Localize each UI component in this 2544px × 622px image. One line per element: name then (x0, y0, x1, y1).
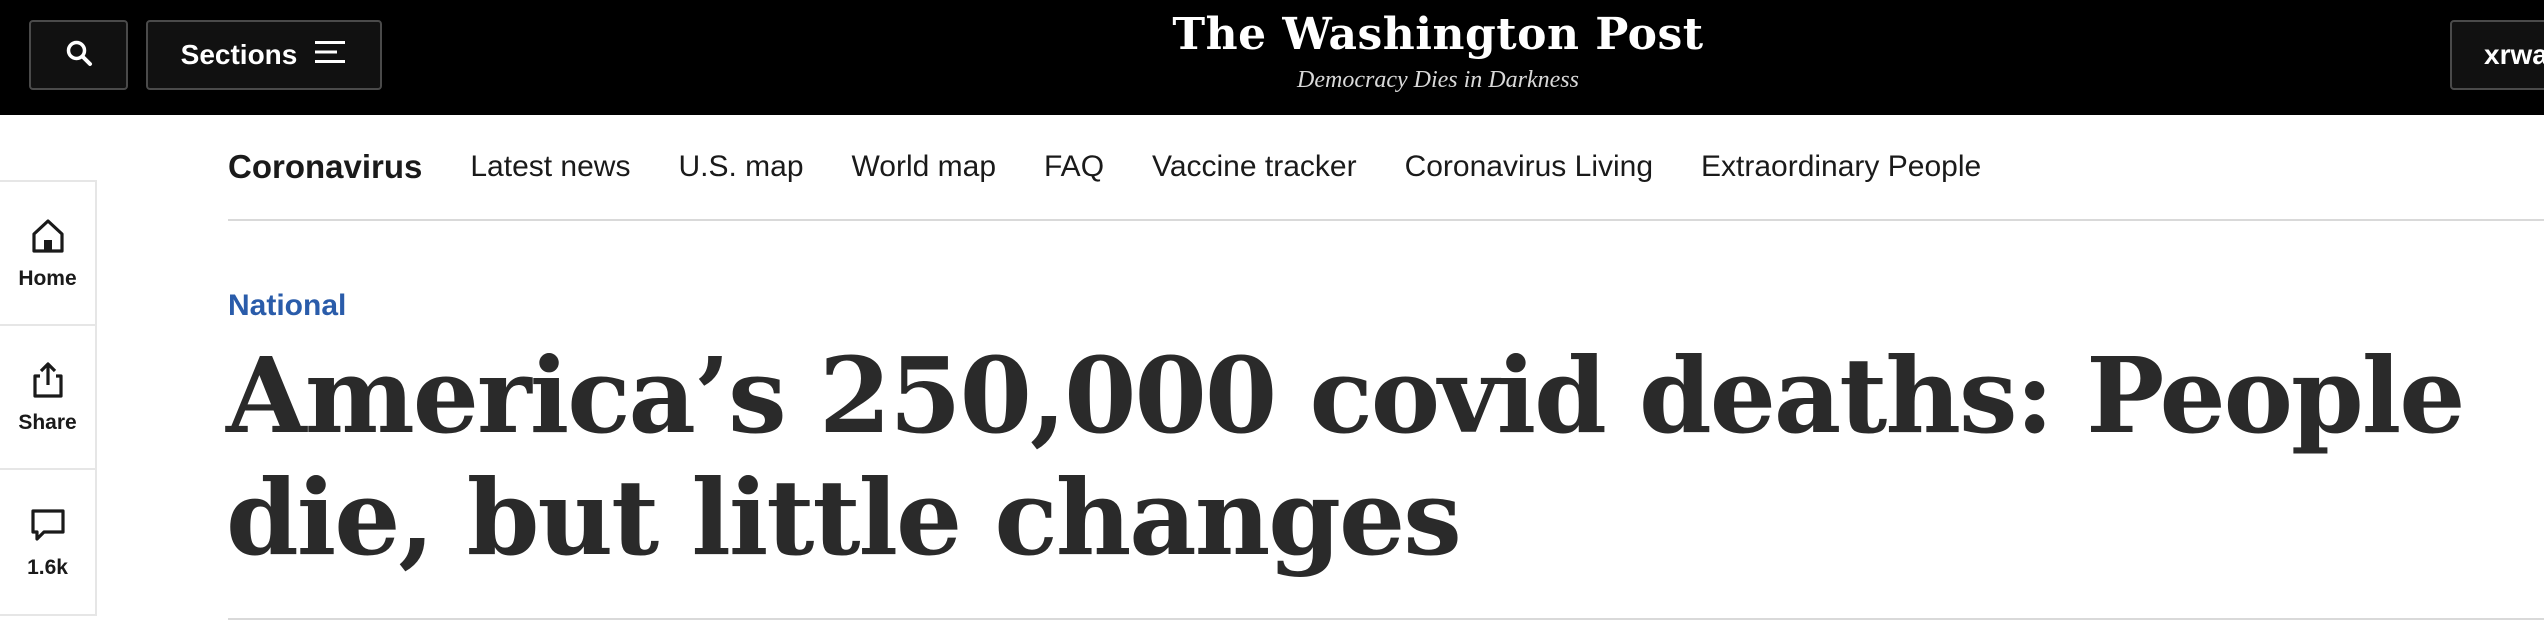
user-label: xrwa (2484, 39, 2544, 70)
nav-item-latest-news[interactable]: Latest news (470, 150, 630, 184)
share-label: Share (18, 410, 77, 434)
nav-item-extraordinary-people[interactable]: Extraordinary People (1701, 150, 1981, 184)
nav-item-vaccine-tracker[interactable]: Vaccine tracker (1152, 150, 1357, 184)
nav-item-world-map[interactable]: World map (852, 150, 997, 184)
article-kicker[interactable]: National (228, 289, 346, 323)
home-icon (28, 216, 68, 261)
sections-label: Sections (180, 39, 298, 70)
share-button[interactable]: Share (0, 326, 95, 470)
nav-item-us-map[interactable]: U.S. map (678, 150, 803, 184)
section-nav: Coronavirus Latest news U.S. map World m… (228, 115, 2544, 221)
comments-button[interactable]: 1.6k (0, 470, 95, 614)
comments-count: 1.6k (27, 555, 68, 579)
share-icon (28, 360, 68, 405)
comment-icon (28, 505, 68, 550)
user-account-button[interactable]: xrwa (2450, 20, 2544, 90)
share-rail: Home Share 1.6k (0, 180, 97, 616)
home-button[interactable]: Home (0, 182, 95, 326)
article-headline: America’s 250,000 covid deaths: People d… (226, 334, 2465, 579)
sections-menu-button[interactable]: Sections (146, 20, 382, 90)
nav-item-coronavirus-living[interactable]: Coronavirus Living (1405, 150, 1653, 184)
nav-item-faq[interactable]: FAQ (1044, 150, 1104, 184)
site-header: Sections The Washington Post Democracy D… (0, 0, 2544, 115)
search-button[interactable] (29, 20, 128, 90)
section-title-coronavirus[interactable]: Coronavirus (228, 148, 422, 186)
home-label: Home (18, 266, 77, 290)
headline-divider (228, 618, 2544, 620)
search-icon (64, 38, 94, 73)
site-tagline: Democracy Dies in Darkness (1297, 67, 1579, 93)
masthead[interactable]: The Washington Post Democracy Dies in Da… (1100, 6, 1776, 96)
hamburger-icon (315, 39, 347, 72)
site-logo[interactable]: The Washington Post (1100, 6, 1776, 64)
